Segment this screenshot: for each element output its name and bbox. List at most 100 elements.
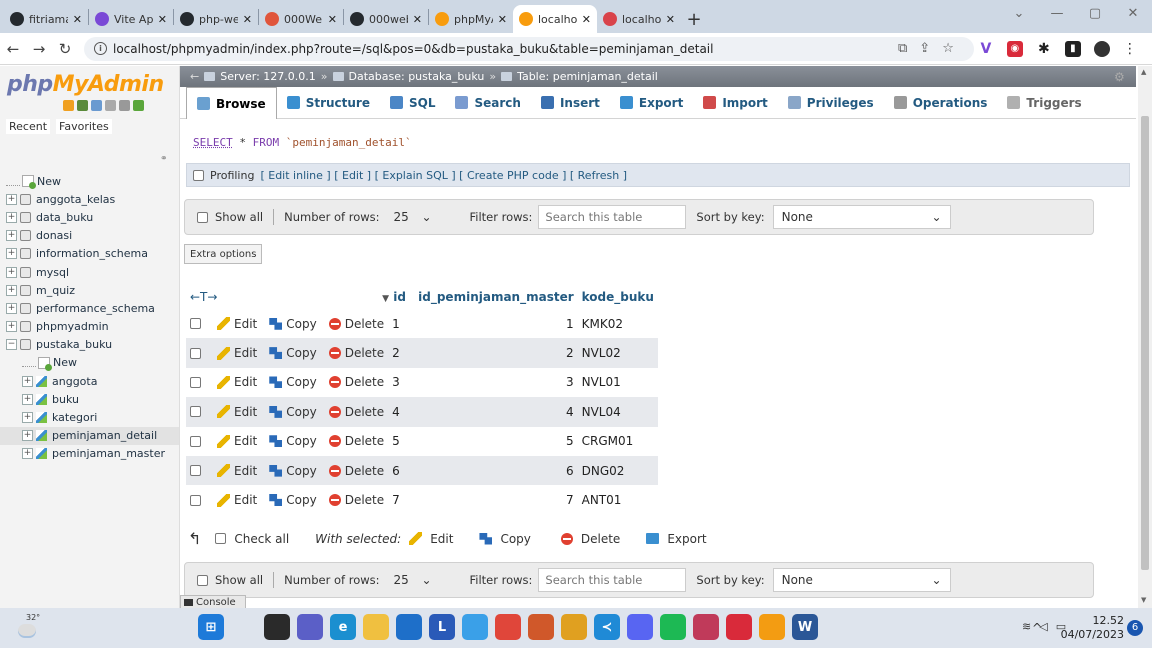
search-icon[interactable] (231, 614, 257, 640)
row-copy-button[interactable]: Copy (286, 346, 316, 360)
tab-export[interactable]: Export (610, 87, 693, 119)
row-checkbox[interactable] (190, 347, 201, 359)
tab-sql[interactable]: SQL (380, 87, 446, 119)
app-red-icon[interactable] (726, 614, 752, 640)
breadcrumb-database[interactable]: Database: pustaka_buku (349, 70, 485, 83)
tab-operations[interactable]: Operations (884, 87, 998, 119)
row-edit-button[interactable]: Edit (234, 346, 257, 360)
expand-icon[interactable]: + (22, 448, 33, 460)
row-checkbox[interactable] (190, 406, 201, 418)
column-id[interactable]: ▼ id (382, 285, 415, 309)
tree-item[interactable]: + information_schema (0, 245, 179, 263)
volume-icon[interactable]: ◁ (1039, 620, 1047, 633)
row-delete-button[interactable]: Delete (345, 405, 384, 419)
bulk-export-button[interactable]: Export (667, 532, 706, 546)
tree-item[interactable]: + peminjaman_detail (0, 426, 179, 445)
share-icon[interactable]: ⇪ (919, 41, 930, 56)
row-delete-button[interactable]: Delete (345, 346, 384, 360)
number-of-rows-select[interactable]: 25 ⌄ (388, 569, 438, 591)
cell-id[interactable]: 6 (388, 455, 415, 486)
bookmark-star-icon[interactable]: ☆ (942, 41, 954, 56)
cell-id-peminjaman-master[interactable]: 3 (414, 367, 578, 398)
tree-item[interactable]: New (0, 172, 179, 190)
cell-kode-buku[interactable]: NVL01 (577, 367, 658, 398)
tree-item[interactable]: + data_buku (0, 208, 179, 226)
browser-tab[interactable]: phpMyAdm ✕ (429, 5, 513, 33)
docs-sql-icon[interactable] (105, 100, 116, 111)
row-copy-button[interactable]: Copy (286, 493, 316, 507)
windows-start-icon[interactable]: ⊞ (198, 614, 224, 640)
scroll-down-icon[interactable]: ▼ (1141, 596, 1146, 604)
row-delete-button[interactable]: Delete (345, 317, 384, 331)
back-button[interactable]: ← (0, 40, 26, 58)
reload-nav-icon[interactable] (133, 100, 144, 111)
maximize-button[interactable]: ▢ (1076, 0, 1114, 30)
collapse-icon[interactable]: − (6, 339, 17, 351)
tab-close-icon[interactable]: ✕ (582, 13, 591, 26)
mail-icon[interactable] (396, 614, 422, 640)
home-icon[interactable] (63, 100, 74, 111)
sort-by-key-select[interactable]: None ⌄ (772, 568, 951, 592)
cell-id-peminjaman-master[interactable]: 5 (414, 426, 578, 456)
show-all-checkbox[interactable] (197, 211, 208, 223)
cell-id[interactable]: 4 (388, 397, 415, 427)
breadcrumb-server[interactable]: Server: 127.0.0.1 (220, 70, 316, 83)
cell-id[interactable]: 7 (388, 485, 415, 515)
expand-icon[interactable]: + (6, 248, 17, 260)
browser-tab[interactable]: 000webho ✕ (344, 5, 428, 33)
wifi-icon[interactable]: ≋ (1022, 620, 1031, 633)
tree-item[interactable]: + anggota_kelas (0, 190, 179, 208)
collapse-arrow-icon[interactable]: ← (190, 70, 199, 83)
chrome-canary-icon[interactable] (561, 614, 587, 640)
sidepanel-icon[interactable]: ▮ (1064, 40, 1081, 57)
row-copy-button[interactable]: Copy (286, 317, 316, 331)
tab-close-icon[interactable]: ✕ (73, 13, 82, 26)
expand-icon[interactable]: + (6, 230, 17, 242)
bulk-edit-button[interactable]: Edit (430, 532, 453, 546)
row-edit-button[interactable]: Edit (234, 405, 257, 419)
browser-tab[interactable]: fitriamalia/ ✕ (4, 5, 88, 33)
vue-devtools-icon[interactable]: V (977, 40, 994, 57)
recent-tab[interactable]: Recent (6, 119, 51, 134)
minimize-button[interactable]: — (1038, 0, 1076, 30)
cell-id[interactable]: 5 (388, 426, 415, 456)
edge-icon[interactable]: e (330, 614, 356, 640)
expand-icon[interactable]: + (22, 375, 33, 387)
column-arrows[interactable]: ←T→ (186, 285, 389, 309)
page-scrollbar[interactable]: ▲ ▼ (1138, 66, 1152, 608)
browser-tab[interactable]: localhost / ✕ (513, 5, 597, 33)
browser-tab[interactable]: 000Webho ✕ (259, 5, 343, 33)
row-edit-button[interactable]: Edit (234, 317, 257, 331)
vscode-icon[interactable]: ≺ (594, 614, 620, 640)
app-multi-icon[interactable] (693, 614, 719, 640)
expand-icon[interactable]: + (6, 284, 17, 296)
forward-button[interactable]: → (26, 40, 52, 58)
row-copy-button[interactable]: Copy (286, 464, 316, 478)
row-delete-button[interactable]: Delete (345, 464, 384, 478)
tab-triggers[interactable]: Triggers (997, 87, 1091, 119)
scrollbar-thumb[interactable] (1141, 116, 1149, 570)
row-delete-button[interactable]: Delete (345, 434, 384, 448)
close-window-button[interactable]: ✕ (1114, 0, 1152, 30)
cell-id-peminjaman-master[interactable]: 4 (414, 397, 578, 427)
tree-item[interactable]: + anggota (0, 372, 179, 390)
more-menu-icon[interactable]: ⋮ (1123, 41, 1137, 57)
extra-options-button[interactable]: Extra options (184, 244, 263, 264)
row-delete-button[interactable]: Delete (345, 375, 384, 389)
tab-privileges[interactable]: Privileges (778, 87, 884, 119)
tree-item[interactable]: + peminjaman_master (0, 445, 179, 463)
app-blue-icon[interactable] (462, 614, 488, 640)
tab-search[interactable]: Search (445, 87, 530, 119)
row-checkbox[interactable] (190, 435, 201, 447)
clock[interactable]: 12.52 04/07/2023 (1060, 614, 1124, 642)
row-copy-button[interactable]: Copy (286, 405, 316, 419)
favorites-tab[interactable]: Favorites (56, 119, 112, 134)
docs-icon[interactable] (91, 100, 102, 111)
cell-id-peminjaman-master[interactable]: 6 (414, 455, 578, 486)
row-delete-button[interactable]: Delete (345, 493, 384, 507)
number-of-rows-select[interactable]: 25 ⌄ (388, 206, 438, 228)
cell-kode-buku[interactable]: KMK02 (577, 309, 658, 339)
tree-item[interactable]: + donasi (0, 227, 179, 245)
check-all-label[interactable]: Check all (234, 532, 289, 546)
tab-close-icon[interactable]: ✕ (243, 13, 252, 26)
